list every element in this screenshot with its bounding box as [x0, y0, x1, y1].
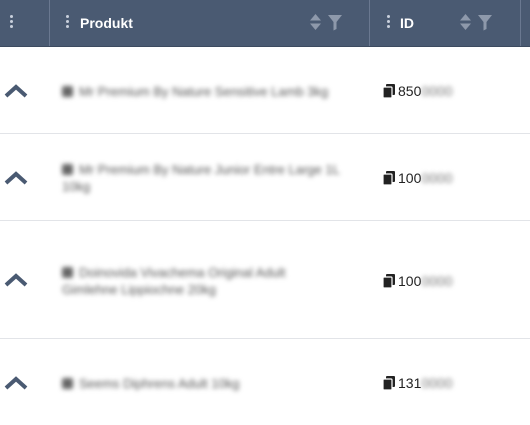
- chevron-up-icon[interactable]: [4, 84, 28, 98]
- table-body: Mr Premium By Nature Sensitive Lamb 3kg …: [0, 47, 530, 425]
- header-cell-id[interactable]: ID: [370, 0, 520, 46]
- id-cell: 8500000: [382, 83, 453, 99]
- column-title-id[interactable]: ID: [400, 15, 414, 31]
- chevron-up-icon[interactable]: [4, 376, 28, 390]
- product-icon: [62, 378, 73, 389]
- product-icon: [62, 267, 73, 278]
- table-row[interactable]: Seems Diphrens Adult 10kg 1310000: [0, 339, 530, 425]
- id-value: 100: [398, 273, 422, 289]
- copy-icon[interactable]: [382, 376, 395, 391]
- copy-icon[interactable]: [382, 171, 395, 186]
- id-cell: 1310000: [382, 375, 453, 391]
- sort-icon[interactable]: [459, 13, 472, 31]
- table-row[interactable]: Mr Premium By Nature Sensitive Lamb 3kg …: [0, 47, 530, 134]
- table-row[interactable]: Mr Premium By Nature Junior Entre Large …: [0, 134, 530, 221]
- drag-handle-icon[interactable]: [387, 15, 391, 30]
- drag-handle-icon[interactable]: [10, 15, 14, 30]
- chevron-up-icon[interactable]: [4, 273, 28, 287]
- id-value: 100: [398, 170, 422, 186]
- column-title-product[interactable]: Produkt: [80, 15, 133, 31]
- table-row[interactable]: Doinovida Vivachema Original Adult Gimle…: [0, 221, 530, 339]
- product-name: Doinovida Vivachema Original Adult Gimle…: [62, 265, 286, 297]
- id-cell: 1000000: [382, 170, 453, 186]
- product-name: Mr Premium By Nature Junior Entre Large …: [62, 162, 340, 194]
- product-name: Seems Diphrens Adult 10kg: [62, 375, 362, 392]
- table-header: Produkt ID: [0, 0, 530, 47]
- id-value-masked: 0000: [421, 375, 453, 391]
- chevron-up-icon[interactable]: [4, 171, 28, 185]
- filter-icon[interactable]: [477, 14, 493, 31]
- id-value-masked: 0000: [421, 273, 453, 289]
- header-cell-product[interactable]: Produkt: [50, 0, 369, 46]
- copy-icon[interactable]: [382, 84, 395, 99]
- id-value: 131: [398, 375, 422, 391]
- column-divider[interactable]: [520, 0, 521, 46]
- sort-icon[interactable]: [309, 13, 322, 31]
- product-icon: [62, 164, 73, 175]
- id-value-masked: 0000: [421, 83, 453, 99]
- id-value: 850: [398, 83, 422, 99]
- id-cell: 1000000: [382, 273, 453, 289]
- filter-icon[interactable]: [327, 14, 343, 31]
- id-value-masked: 0000: [421, 170, 453, 186]
- header-cell-expand: [0, 0, 49, 46]
- product-icon: [62, 86, 73, 97]
- copy-icon[interactable]: [382, 274, 395, 289]
- drag-handle-icon[interactable]: [66, 15, 70, 30]
- product-name: Mr Premium By Nature Sensitive Lamb 3kg: [62, 83, 362, 100]
